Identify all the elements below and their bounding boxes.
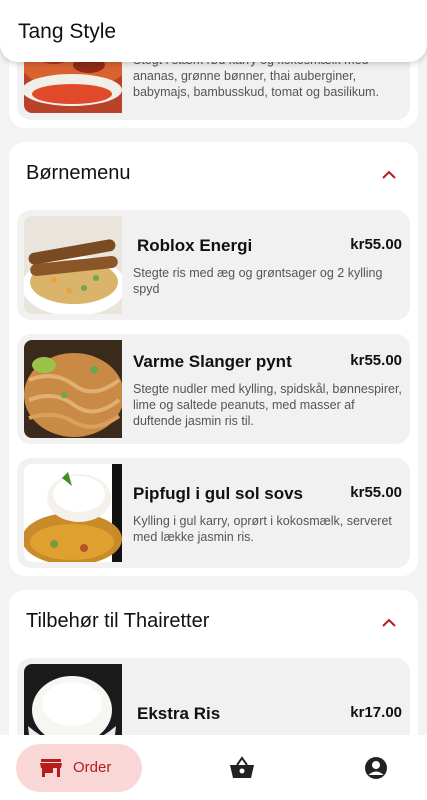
menu-item-card[interactable]: Pipfugl i gul sol sovs kr55.00 Kylling i… — [17, 458, 410, 568]
nav-order-button[interactable]: Order — [16, 744, 142, 792]
menu-item-card[interactable]: Ekstra Ris kr17.00 — [17, 658, 410, 735]
item-image — [24, 216, 122, 314]
item-price: kr55.00 — [350, 352, 402, 369]
menu-scroll-area[interactable]: Stegt i stærk rød karry og kokosmælk med… — [0, 0, 427, 735]
bottom-navigation: Order — [0, 735, 427, 800]
basket-icon[interactable] — [229, 756, 255, 780]
store-icon — [40, 759, 62, 777]
item-image — [24, 340, 122, 438]
item-name: Roblox Energi — [137, 236, 253, 255]
app-bar: Tang Style — [0, 0, 427, 62]
item-description: Stegte nudler med kylling, spidskål, bøn… — [133, 382, 402, 428]
menu-item-card[interactable]: Roblox Energi kr55.00 Stegte ris med æg … — [17, 210, 410, 320]
chevron-up-icon[interactable] — [380, 614, 398, 632]
menu-section-kids: Børnemenu Roblox Energi kr55.00 Stegte r… — [9, 142, 418, 576]
item-price: kr55.00 — [350, 484, 402, 501]
menu-item-card[interactable]: Varme Slanger pynt kr55.00 Stegte nudler… — [17, 334, 410, 444]
item-image — [24, 464, 122, 562]
section-title: Tilbehør til Thairetter — [26, 610, 210, 632]
nav-order-label: Order — [73, 759, 112, 776]
item-name: Ekstra Ris — [137, 704, 221, 723]
item-price: kr55.00 — [350, 236, 402, 253]
item-description: Kylling i gul karry, oprørt i kokosmælk,… — [133, 514, 392, 544]
item-name: Varme Slanger pynt — [133, 352, 292, 371]
section-header[interactable]: Børnemenu — [9, 142, 418, 208]
section-header[interactable]: Tilbehør til Thairetter — [9, 590, 418, 656]
section-title: Børnemenu — [26, 162, 131, 184]
item-image — [24, 664, 122, 735]
account-icon[interactable] — [363, 756, 389, 780]
app-title: Tang Style — [18, 20, 117, 43]
item-price: kr17.00 — [350, 704, 402, 721]
item-name: Pipfugl i gul sol sovs — [133, 484, 304, 503]
item-description: Stegte ris med æg og grøntsager og 2 kyl… — [133, 266, 383, 296]
chevron-up-icon[interactable] — [380, 166, 398, 184]
menu-section-sides: Tilbehør til Thairetter Ekstra Ris kr17.… — [9, 590, 418, 735]
